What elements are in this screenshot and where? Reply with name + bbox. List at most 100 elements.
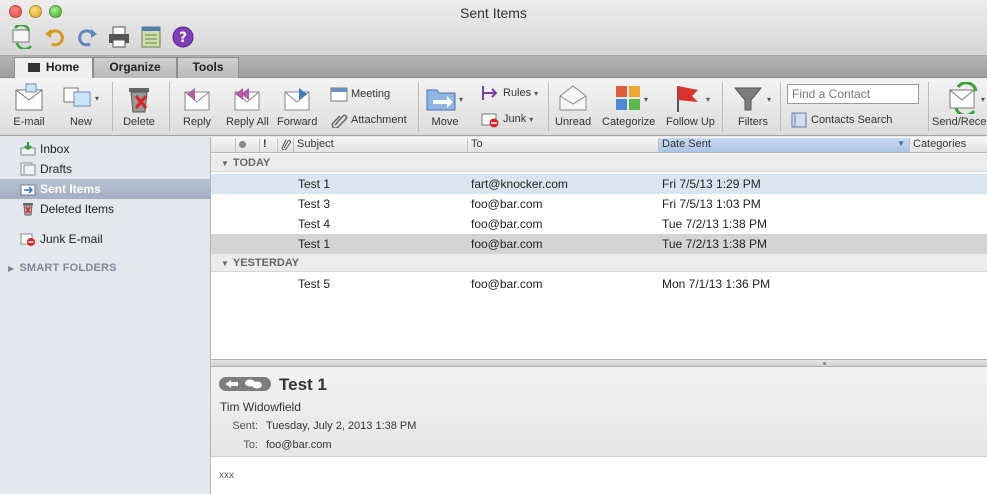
conversation-nav-button[interactable]	[219, 377, 271, 391]
trash-icon	[23, 203, 33, 216]
notes-icon[interactable]	[138, 24, 164, 50]
inbox-icon	[20, 142, 36, 156]
svg-text:▾: ▾	[459, 95, 463, 104]
sidebar-item-deleted-items[interactable]: Deleted Items	[0, 199, 211, 219]
sidebar-item-sent-items[interactable]: Sent Items	[0, 179, 211, 199]
filters-button[interactable]: ▾ Filters	[731, 82, 775, 128]
conversation-arrow-icon	[225, 379, 262, 389]
unread-envelope-icon	[559, 85, 587, 111]
forward-icon	[284, 88, 310, 111]
reading-pane: Test 1 Tim Widowfield Sent: Tuesday, Jul…	[211, 367, 987, 494]
ribbon: E-mail ▾ New Delete Reply Reply All Forw…	[0, 78, 987, 136]
svg-text:▾: ▾	[981, 95, 985, 104]
sidebar-item-drafts[interactable]: Drafts	[0, 159, 211, 179]
redo-icon[interactable]	[74, 24, 100, 50]
reply-all-icon	[234, 88, 260, 111]
move-button[interactable]: ▾ Move	[425, 82, 465, 128]
column-to[interactable]: To	[467, 138, 657, 152]
sort-descending-icon: ▼	[897, 139, 905, 148]
table-row[interactable]: Test 1 foo@bar.com Tue 7/2/13 1:38 PM	[211, 234, 987, 254]
filter-funnel-icon: ▾	[733, 87, 771, 111]
message-sender[interactable]: Tim Widowfield	[220, 400, 301, 414]
unread-button[interactable]: Unread	[555, 82, 591, 128]
column-categories[interactable]: Categories	[909, 138, 987, 152]
categorize-icon: ▾	[615, 86, 648, 110]
table-row[interactable]: Test 3 foo@bar.com Fri 7/5/13 1:03 PM	[211, 194, 987, 214]
tab-organize[interactable]: Organize	[93, 57, 177, 78]
column-header: ! Subject To Date Sent ▼ Categories	[211, 137, 987, 153]
reply-button[interactable]: Reply	[181, 82, 213, 128]
drafts-icon	[20, 162, 36, 176]
flag-icon: ▾	[677, 86, 710, 112]
follow-up-button[interactable]: ▾ Follow Up	[666, 82, 715, 128]
column-attachment[interactable]	[277, 138, 292, 152]
email-icon	[15, 83, 43, 111]
svg-text:▾: ▾	[644, 95, 648, 104]
column-priority[interactable]: !	[259, 138, 271, 152]
help-icon[interactable]: ?	[170, 24, 196, 50]
attachment-button[interactable]: Attachment	[330, 112, 407, 128]
calendar-icon	[330, 87, 348, 102]
sync-icon[interactable]	[10, 24, 36, 50]
column-subject[interactable]: Subject	[293, 138, 467, 152]
categorize-button[interactable]: ▾ Categorize	[602, 82, 655, 128]
collapse-triangle-icon: ▼	[221, 159, 229, 168]
meeting-button[interactable]: Meeting	[330, 86, 390, 102]
table-row[interactable]: Test 4 foo@bar.com Tue 7/2/13 1:38 PM	[211, 214, 987, 234]
table-row[interactable]: Test 1 fart@knocker.com Fri 7/5/13 1:29 …	[211, 174, 987, 194]
trash-delete-icon	[129, 88, 149, 113]
sidebar-item-junk-email[interactable]: Junk E-mail	[0, 229, 211, 249]
paperclip-column-icon	[281, 139, 292, 151]
column-date-sent[interactable]: Date Sent ▼	[658, 138, 909, 152]
move-folder-icon: ▾	[426, 89, 463, 111]
delete-button[interactable]: Delete	[122, 82, 156, 128]
new-email-button[interactable]: E-mail	[12, 82, 46, 128]
print-icon[interactable]	[106, 24, 132, 50]
message-list: ! Subject To Date Sent ▼ Categories ▼ TOD…	[211, 137, 987, 359]
svg-text:▾: ▾	[767, 95, 771, 104]
message-header: Test 1 Tim Widowfield Sent: Tuesday, Jul…	[211, 367, 987, 457]
paperclip-icon	[331, 114, 348, 128]
to-label: To:	[243, 439, 258, 451]
send-receive-icon: ▾	[949, 82, 985, 114]
undo-icon[interactable]	[42, 24, 68, 50]
message-body: xxx	[219, 470, 234, 481]
priority-icon: !	[263, 138, 267, 150]
rules-button[interactable]: Rules ▾	[480, 84, 538, 102]
tab-home-label: Home	[45, 60, 80, 74]
folder-sidebar: Inbox Drafts Sent Items Deleted Items Ju…	[0, 137, 211, 494]
junk-button[interactable]: Junk ▾	[480, 110, 533, 128]
junk-folder-icon	[20, 233, 35, 246]
new-item-button[interactable]: ▾ New	[62, 82, 100, 128]
window-title: Sent Items	[460, 5, 527, 21]
group-header-today[interactable]: ▼ TODAY	[211, 154, 987, 172]
message-subject: Test 1	[279, 375, 327, 394]
sidebar-item-inbox[interactable]: Inbox	[0, 139, 211, 159]
svg-text:▾: ▾	[706, 95, 710, 104]
send-receive-button[interactable]: ▾ Send/Receive	[932, 82, 987, 128]
find-contact-input[interactable]	[787, 84, 919, 104]
junk-icon	[481, 113, 499, 128]
to-value[interactable]: foo@bar.com	[266, 439, 332, 451]
status-dot-icon	[239, 141, 246, 148]
new-items-icon: ▾	[63, 87, 99, 107]
quick-access-toolbar: ?	[10, 24, 196, 50]
column-status[interactable]	[235, 138, 247, 152]
envelope-icon	[27, 63, 40, 72]
contacts-search-button[interactable]: Contacts Search	[790, 112, 892, 128]
rules-icon	[482, 86, 498, 100]
svg-text:?: ?	[179, 30, 187, 46]
pane-splitter[interactable]	[211, 359, 987, 367]
splitter-grip-icon	[823, 362, 826, 365]
tab-tools[interactable]: Tools	[177, 57, 239, 78]
forward-button[interactable]: Forward	[277, 82, 317, 128]
title-bar: Sent Items ?	[0, 0, 987, 56]
smart-folders-section[interactable]: ▶ SMART FOLDERS	[8, 262, 117, 274]
reply-icon	[184, 88, 210, 111]
disclosure-triangle-icon: ▶	[8, 264, 15, 273]
reply-all-button[interactable]: Reply All	[226, 82, 269, 128]
svg-text:▾: ▾	[95, 94, 99, 103]
table-row[interactable]: Test 5 foo@bar.com Mon 7/1/13 1:36 PM	[211, 274, 987, 294]
tab-home[interactable]: Home	[14, 57, 93, 79]
group-header-yesterday[interactable]: ▼ YESTERDAY	[211, 254, 987, 272]
